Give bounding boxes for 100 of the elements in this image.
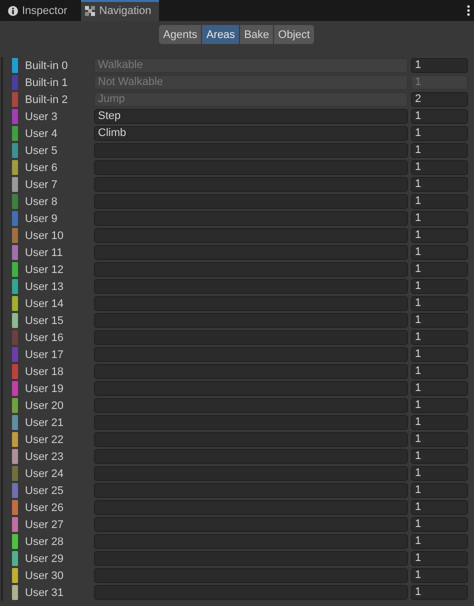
color-swatch[interactable] — [12, 296, 18, 311]
color-swatch[interactable] — [12, 143, 18, 158]
more-options-icon[interactable] — [467, 5, 470, 16]
area-label: User 9 — [24, 212, 58, 224]
color-swatch[interactable] — [12, 585, 18, 600]
cost-field[interactable]: 1 — [411, 109, 468, 124]
area-label: User 26 — [24, 502, 65, 514]
cost-field: 1 — [411, 75, 468, 90]
area-label: User 11 — [24, 246, 64, 258]
area-label: User 10 — [24, 230, 65, 242]
color-swatch[interactable] — [12, 551, 18, 566]
area-label: User 27 — [24, 518, 65, 530]
color-swatch[interactable] — [12, 568, 18, 583]
color-swatch[interactable] — [12, 262, 18, 277]
color-swatch[interactable] — [12, 534, 18, 549]
area-label: Built-in 2 — [24, 94, 69, 106]
cost-field[interactable]: 1 — [411, 432, 468, 447]
cost-field[interactable]: 1 — [411, 500, 468, 515]
color-swatch[interactable] — [12, 381, 18, 396]
area-label: User 15 — [24, 314, 65, 326]
color-swatch[interactable] — [12, 449, 18, 464]
color-swatch[interactable] — [12, 483, 18, 498]
color-swatch[interactable] — [12, 75, 18, 90]
name-field: Not Walkable — [94, 75, 408, 90]
cost-field[interactable]: 1 — [411, 381, 468, 396]
color-swatch[interactable] — [12, 109, 18, 124]
cost-field[interactable]: 1 — [411, 415, 468, 430]
cost-field[interactable]: 1 — [411, 466, 468, 481]
area-label: User 31 — [24, 586, 65, 598]
area-label: User 12 — [24, 264, 65, 276]
color-swatch[interactable] — [12, 126, 18, 141]
cost-field[interactable]: 1 — [411, 364, 468, 379]
color-swatch[interactable] — [12, 177, 18, 192]
area-label: User 16 — [24, 332, 65, 344]
cost-field[interactable]: 1 — [411, 211, 468, 226]
area-label: User 23 — [24, 450, 65, 462]
color-swatch[interactable] — [12, 279, 18, 294]
name-field[interactable]: Step — [94, 109, 408, 124]
color-swatch[interactable] — [12, 398, 18, 413]
cost-field[interactable]: 1 — [411, 126, 468, 141]
color-swatch[interactable] — [12, 160, 18, 175]
cost-field[interactable]: 1 — [411, 296, 468, 311]
cost-field[interactable]: 1 — [411, 330, 468, 345]
cost-field[interactable]: 1 — [411, 177, 468, 192]
cost-field[interactable]: 1 — [411, 585, 468, 600]
cost-field[interactable]: 1 — [411, 483, 468, 498]
panel-tab[interactable]: Inspector — [4, 0, 76, 21]
color-swatch[interactable] — [12, 228, 18, 243]
color-swatch[interactable] — [12, 211, 18, 226]
area-label: User 20 — [24, 400, 65, 412]
color-swatch[interactable] — [12, 415, 18, 430]
cost-field[interactable]: 1 — [411, 194, 468, 209]
color-swatch[interactable] — [12, 194, 18, 209]
name-field: Walkable — [94, 58, 408, 73]
cost-field[interactable]: 1 — [411, 449, 468, 464]
area-label: User 28 — [24, 536, 65, 548]
area-label: User 3 — [24, 110, 58, 122]
cost-field[interactable]: 1 — [411, 262, 468, 277]
cost-field[interactable]: 2 — [411, 92, 468, 107]
cost-field[interactable]: 1 — [411, 534, 468, 549]
name-field[interactable]: Climb — [94, 126, 408, 141]
color-swatch[interactable] — [12, 347, 18, 362]
area-label: User 17 — [24, 348, 65, 360]
cost-field[interactable]: 1 — [411, 58, 468, 73]
cost-field[interactable]: 1 — [411, 398, 468, 413]
cost-field[interactable]: 1 — [411, 551, 468, 566]
cost-field[interactable]: 1 — [411, 143, 468, 158]
color-swatch[interactable] — [12, 432, 18, 447]
cost-field[interactable]: 1 — [411, 279, 468, 294]
color-swatch[interactable] — [12, 313, 18, 328]
color-swatch[interactable] — [12, 517, 18, 532]
area-label: Built-in 0 — [24, 60, 69, 72]
cost-field[interactable]: 1 — [411, 568, 468, 583]
cost-field[interactable]: 1 — [411, 245, 468, 260]
area-label: User 4 — [24, 128, 58, 140]
panel-tab[interactable]: Navigation — [81, 0, 160, 21]
color-swatch[interactable] — [12, 466, 18, 481]
grid-icon — [85, 6, 96, 16]
segment-tab[interactable]: Bake — [240, 25, 274, 44]
area-label: User 7 — [24, 178, 58, 190]
cost-field[interactable]: 1 — [411, 160, 468, 175]
cost-field[interactable]: 1 — [411, 313, 468, 328]
area-label: User 5 — [24, 144, 58, 156]
color-swatch[interactable] — [12, 58, 18, 73]
cost-field[interactable]: 1 — [411, 347, 468, 362]
area-label: User 6 — [24, 162, 58, 174]
name-field: Jump — [94, 92, 408, 107]
segment-tab[interactable]: Agents — [159, 25, 202, 44]
area-label: User 18 — [24, 366, 65, 378]
color-swatch[interactable] — [12, 245, 18, 260]
cost-field[interactable]: 1 — [411, 517, 468, 532]
color-swatch[interactable] — [12, 330, 18, 345]
color-swatch[interactable] — [12, 364, 18, 379]
color-swatch[interactable] — [12, 92, 18, 107]
segment-tab[interactable]: Object — [274, 25, 314, 44]
color-swatch[interactable] — [12, 500, 18, 515]
area-label: User 8 — [24, 196, 58, 208]
cost-field[interactable]: 1 — [411, 228, 468, 243]
segment-tab[interactable]: Areas — [202, 25, 240, 44]
area-label: User 25 — [24, 484, 65, 496]
